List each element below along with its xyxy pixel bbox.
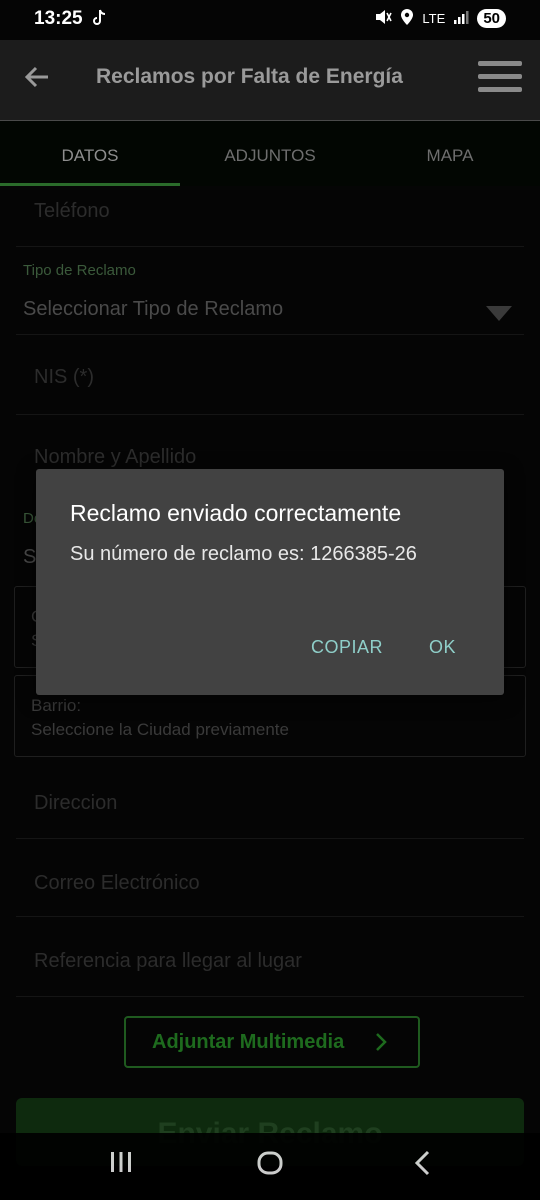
copy-button[interactable]: COPIAR bbox=[311, 637, 383, 658]
dialog-message: Su número de reclamo es: 1266385-26 bbox=[70, 543, 417, 565]
success-dialog: Reclamo enviado correctamente Su número … bbox=[36, 469, 504, 695]
ok-button[interactable]: OK bbox=[429, 637, 456, 658]
dialog-title: Reclamo enviado correctamente bbox=[70, 500, 402, 526]
